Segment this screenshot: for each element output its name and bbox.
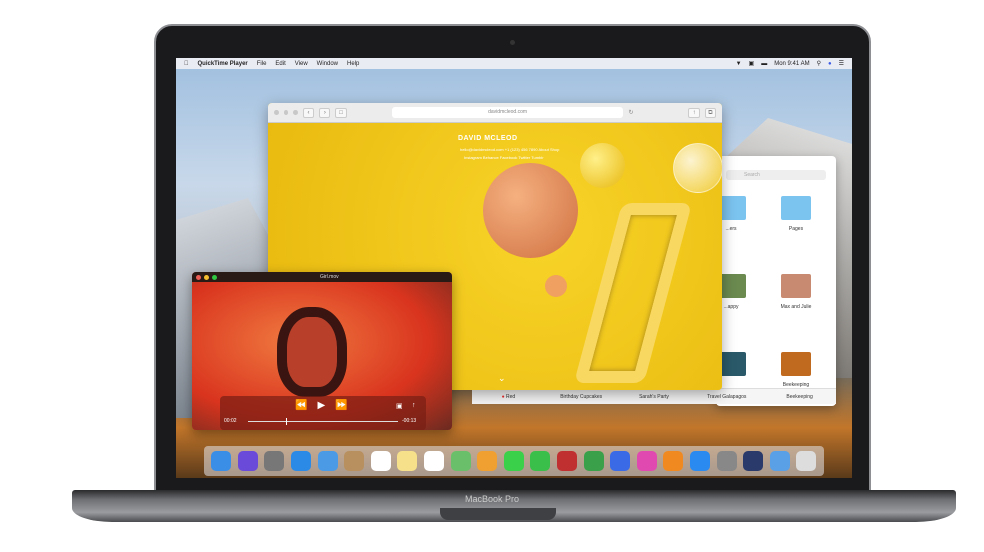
close-button[interactable] — [274, 110, 279, 115]
decor-sphere — [545, 275, 567, 297]
minimize-button[interactable] — [204, 274, 209, 280]
zoom-button[interactable] — [293, 110, 298, 115]
play-icon[interactable]: ▶ — [317, 400, 325, 411]
notes-icon[interactable] — [397, 451, 418, 471]
brand-label: MacBook Pro — [464, 494, 520, 504]
calendar-icon[interactable] — [370, 451, 391, 471]
progress-knob[interactable] — [285, 418, 287, 425]
mail-icon[interactable] — [317, 451, 338, 471]
apple-icon[interactable]:  — [184, 61, 189, 67]
social-links[interactable]: Instagram Behance Facebook Twitter Tumbl… — [464, 155, 544, 160]
minimize-button[interactable] — [283, 110, 289, 115]
decor-sphere — [580, 143, 625, 188]
close-button[interactable] — [196, 274, 201, 280]
video-subject — [277, 307, 347, 397]
menu-file[interactable]: File — [257, 61, 267, 67]
site-title: DAVID MCLEOD — [458, 135, 518, 142]
video-frame: ⏪ ▶ ⏩ ▣ ↑ 00:02 -00:13 — [192, 282, 452, 430]
siri-icon[interactable]: ● — [828, 61, 832, 67]
spotlight-icon[interactable]: ⚲ — [817, 60, 821, 67]
contacts-icon[interactable] — [344, 451, 365, 471]
decor-sphere — [483, 163, 578, 258]
tag[interactable]: Birthday Cupcakes — [545, 394, 618, 400]
screen:  QuickTime Player File Edit View Window… — [176, 58, 852, 478]
ibooks-icon[interactable] — [663, 451, 684, 471]
reload-icon[interactable]: ↻ — [628, 109, 633, 116]
back-button[interactable]: ‹ — [302, 107, 315, 118]
remaining-time: -00:13 — [402, 418, 417, 424]
menu-window[interactable]: Window — [317, 61, 338, 67]
finder-window: Search ...ers Pages ...appy Max and Juli… — [716, 156, 836, 406]
sidebar-icon[interactable]: □ — [335, 107, 347, 118]
share-icon[interactable]: ↑ — [412, 402, 416, 409]
itunes-icon[interactable] — [636, 451, 657, 471]
search-input[interactable]: Search — [726, 170, 826, 180]
tag-red[interactable]: ● Red — [472, 394, 545, 400]
keynote-icon[interactable] — [610, 451, 631, 471]
fast-forward-icon[interactable]: ⏩ — [335, 400, 347, 411]
chevron-down-icon[interactable]: ⌄ — [498, 373, 506, 384]
quicktime-titlebar: Girl.mov — [192, 272, 452, 282]
numbers-icon[interactable] — [583, 451, 604, 471]
launchpad-icon[interactable] — [264, 451, 285, 471]
share-button[interactable]: ↑ — [688, 107, 700, 118]
finder-item[interactable]: Beekeeping — [771, 352, 821, 388]
photo-booth-icon[interactable] — [557, 451, 578, 471]
finder-tag-bar: ● Red Birthday Cupcakes Sarah's Party Tr… — [472, 388, 836, 404]
progress-slider[interactable] — [248, 418, 398, 425]
finder-item[interactable]: Pages — [771, 196, 821, 232]
photos-icon[interactable] — [477, 451, 498, 471]
tag[interactable]: Travel Galapagos — [690, 394, 763, 400]
menu-app-name[interactable]: QuickTime Player — [198, 61, 248, 67]
siri-icon[interactable] — [237, 451, 258, 471]
menu-edit[interactable]: Edit — [275, 61, 285, 67]
quicktime-window: Girl.mov ⏪ ▶ ⏩ ▣ ↑ 00:02 -00:13 — [192, 272, 452, 430]
zoom-button[interactable] — [212, 274, 217, 280]
tag[interactable]: Beekeeping — [763, 394, 836, 400]
maps-icon[interactable] — [450, 451, 471, 471]
menu-view[interactable]: View — [295, 61, 308, 67]
quicktime-icon[interactable] — [743, 451, 764, 471]
airplay-icon[interactable]: ▣ — [396, 402, 403, 410]
dock — [204, 446, 824, 476]
elapsed-time: 00:02 — [224, 418, 237, 424]
rewind-icon[interactable]: ⏪ — [295, 400, 307, 411]
battery-icon[interactable]: ▬ — [761, 61, 767, 67]
notification-center-icon[interactable]: ☰ — [839, 60, 844, 67]
safari-toolbar: ‹ › □ davidmcleod.com ↻ ↑ ⧉ — [268, 103, 722, 123]
finder-item[interactable]: Max and Julie — [771, 274, 821, 310]
tag[interactable]: Sarah's Party — [618, 394, 691, 400]
playback-controls: ⏪ ▶ ⏩ ▣ ↑ 00:02 -00:13 — [220, 396, 426, 430]
menu-bar:  QuickTime Player File Edit View Window… — [176, 58, 852, 69]
window-title: Girl.mov — [320, 274, 339, 280]
reminders-icon[interactable] — [424, 451, 445, 471]
address-bar[interactable]: davidmcleod.com — [391, 107, 624, 118]
decor-shape — [573, 203, 693, 383]
finder-icon[interactable] — [211, 451, 232, 471]
downloads-icon[interactable] — [769, 451, 790, 471]
contact-line[interactable]: hello@davidmcleod.com +1 (123) 456 7890 … — [460, 147, 559, 152]
app-store-icon[interactable] — [689, 451, 710, 471]
messages-icon[interactable] — [503, 451, 524, 471]
facetime-icon[interactable] — [530, 451, 551, 471]
lid-opening-notch — [440, 508, 556, 520]
system-preferences-icon[interactable] — [716, 451, 737, 471]
wifi-icon[interactable]: ▼ — [736, 61, 742, 67]
clock[interactable]: Mon 9:41 AM — [774, 61, 809, 67]
safari-icon[interactable] — [291, 451, 312, 471]
airplay-icon[interactable]: ▣ — [749, 60, 755, 67]
decor-sphere — [673, 143, 722, 193]
trash-icon[interactable] — [796, 451, 817, 471]
menu-help[interactable]: Help — [347, 61, 359, 67]
tabs-button[interactable]: ⧉ — [704, 107, 716, 118]
forward-button[interactable]: › — [319, 107, 331, 118]
camera — [510, 40, 515, 45]
